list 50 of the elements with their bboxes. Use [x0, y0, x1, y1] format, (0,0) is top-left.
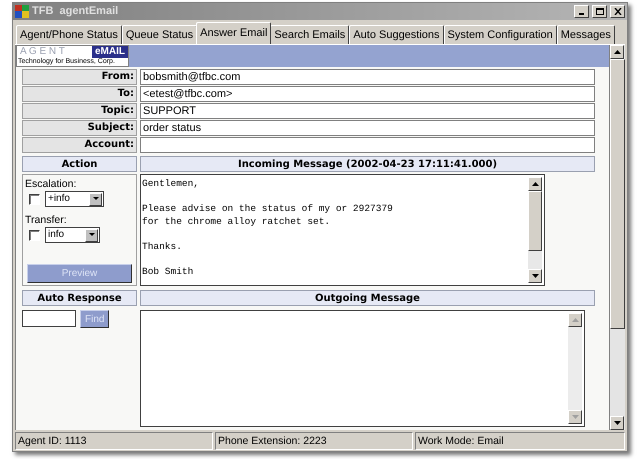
- scrollbar-thumb[interactable]: [610, 59, 625, 329]
- scroll-down-icon[interactable]: [528, 269, 542, 283]
- input-field[interactable]: [22, 310, 76, 327]
- scroll-up-icon[interactable]: [528, 177, 542, 191]
- outgoing-message-box[interactable]: [140, 310, 585, 427]
- transfer-label: Transfer:: [25, 213, 68, 227]
- tab[interactable]: Queue Status: [122, 25, 198, 44]
- scrollbar[interactable]: [609, 45, 625, 430]
- scrollbar[interactable]: [528, 177, 542, 283]
- input-field[interactable]: order status: [140, 120, 595, 136]
- input-field[interactable]: [140, 137, 595, 153]
- maximize-icon[interactable]: [592, 5, 607, 18]
- tab[interactable]: Search Emails: [270, 25, 350, 44]
- input-field[interactable]: bobsmith@tfbc.com: [140, 69, 595, 85]
- field-label: Topic:: [22, 103, 137, 119]
- section-header: Action: [22, 156, 137, 172]
- field-label: From:: [22, 69, 137, 85]
- scroll-down-icon[interactable]: [610, 416, 624, 430]
- section-header: Incoming Message (2002-04-23 17:11:41.000): [140, 156, 595, 172]
- minimize-icon[interactable]: [574, 5, 589, 18]
- tab[interactable]: Auto Suggestions: [349, 25, 444, 44]
- message-text: Gentlemen, Please advise on the status of my or 2927379 for the chrome alloy ratchet set. Thanks. Bob Smith: [141, 177, 394, 278]
- input-field[interactable]: <etest@tfbc.com>: [140, 86, 595, 102]
- logo-text: A G E N T: [19, 46, 66, 58]
- scrollbar-thumb[interactable]: [528, 191, 542, 251]
- status-bar-item: Agent ID: 1113: [15, 432, 213, 450]
- scroll-up-icon[interactable]: [568, 313, 582, 327]
- dropdown[interactable]: info: [45, 227, 100, 243]
- close-icon[interactable]: [610, 5, 625, 18]
- tab[interactable]: System Configuration: [444, 25, 557, 44]
- scroll-up-icon[interactable]: [610, 45, 624, 59]
- app-icon: [15, 5, 29, 18]
- window-title: TFB agentEmail: [32, 4, 120, 20]
- logo-text: eMAIL: [92, 46, 128, 58]
- checkbox[interactable]: [29, 230, 40, 240]
- tab[interactable]: Answer Email: [196, 22, 272, 44]
- dropdown[interactable]: +info: [45, 191, 104, 207]
- section-header: Outgoing Message: [140, 290, 595, 306]
- tab[interactable]: Messages: [556, 25, 615, 44]
- escalation-label: Escalation:: [25, 177, 78, 191]
- input-field[interactable]: SUPPORT: [140, 103, 595, 119]
- tab[interactable]: Agent/Phone Status: [16, 25, 122, 44]
- field-label: Account:: [22, 137, 137, 153]
- field-label: Subject:: [22, 120, 137, 136]
- scroll-down-icon[interactable]: [568, 410, 582, 424]
- status-bar-item: Phone Extension: 2223: [215, 432, 413, 450]
- checkbox[interactable]: [29, 194, 40, 204]
- status-bar-item: Work Mode: Email: [415, 432, 625, 450]
- field-label: To:: [22, 86, 137, 102]
- section-header: Auto Response: [22, 290, 137, 306]
